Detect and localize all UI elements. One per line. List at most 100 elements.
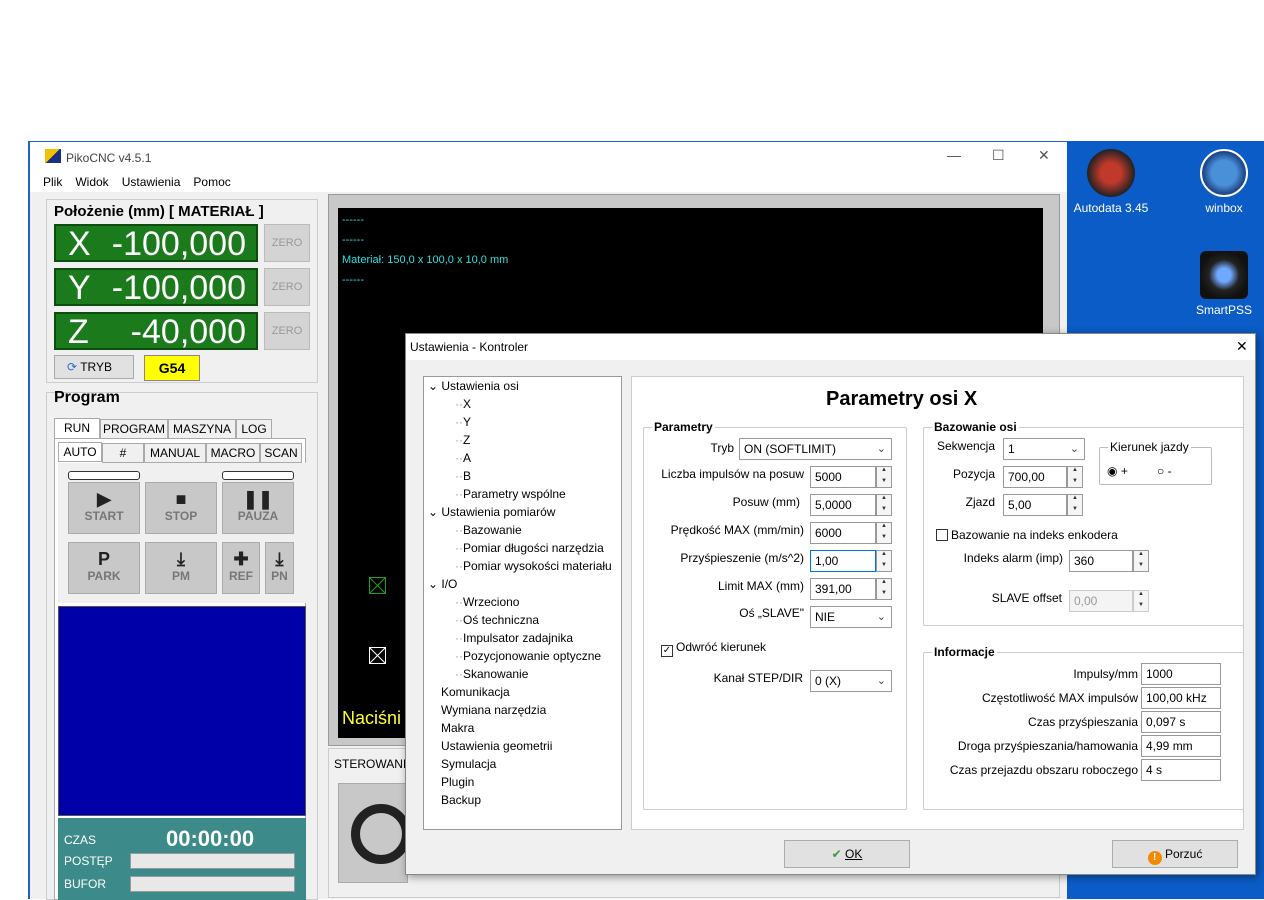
subtab-hash[interactable]: # (102, 443, 144, 463)
desktop-icon-smartpss[interactable]: SmartPSS (1184, 251, 1264, 317)
tree-node[interactable]: ··Y (455, 415, 471, 429)
tree-node[interactable]: ··Bazowanie (455, 523, 522, 537)
subtab-auto[interactable]: AUTO (58, 442, 102, 462)
pause-button[interactable]: ❚❚ PAUZA (222, 482, 294, 534)
minimize-button[interactable]: — (947, 147, 961, 163)
menu-pomoc[interactable]: Pomoc (186, 172, 236, 189)
limit-input[interactable]: 391,00 (810, 578, 876, 600)
park-button[interactable]: P PARK (68, 542, 140, 594)
start-button[interactable]: ▶ START (68, 482, 140, 534)
tree-node[interactable]: ··Oś techniczna (455, 613, 539, 627)
tree-node[interactable]: ··A (455, 451, 471, 465)
tree-line: ·· (455, 541, 463, 555)
coord-system-badge[interactable]: G54 (144, 355, 200, 381)
desktop-icon-autodata[interactable]: Autodata 3.45 (1071, 149, 1151, 215)
invert-checkbox[interactable]: ✓ Odwróć kierunek (661, 640, 766, 657)
index-alarm-spinner[interactable] (1133, 550, 1149, 572)
cancel-button[interactable]: ! Porzuć (1112, 840, 1238, 868)
tree-node[interactable]: ··Skanowanie (455, 667, 528, 681)
ok-button[interactable]: ✔ OK (784, 840, 910, 868)
tryb-label: Tryb (710, 441, 734, 455)
tree-node[interactable]: ··B (455, 469, 471, 483)
impulses-spinner[interactable] (876, 466, 892, 488)
feed-spinner[interactable] (876, 494, 892, 516)
program-title: Program (54, 389, 120, 406)
close-button[interactable]: ✕ (1038, 147, 1050, 164)
index-alarm-input[interactable]: 360 (1069, 550, 1133, 572)
feed-input[interactable]: 5,0000 (810, 494, 876, 516)
tree-node[interactable]: ··Wrzeciono (455, 595, 519, 609)
pm-button[interactable]: ⤓ PM (145, 542, 217, 594)
zero-z-button[interactable]: ZERO (264, 312, 310, 350)
subtab-scan[interactable]: SCAN (260, 443, 302, 463)
chevron-down-icon: ⌄ (876, 675, 886, 687)
channel-select[interactable]: 0 (X) ⌄ (810, 670, 892, 692)
tree-node[interactable]: Plugin (441, 775, 474, 789)
zero-y-button[interactable]: ZERO (264, 268, 310, 306)
impulses-input[interactable]: 5000 (810, 466, 876, 488)
tree-node[interactable]: ··Z (455, 433, 470, 447)
stop-button[interactable]: ■ STOP (145, 482, 217, 534)
stop-icon: ■ (175, 489, 187, 509)
tab-log[interactable]: LOG (236, 419, 272, 439)
tree-node[interactable]: ⌄ I/O (428, 577, 457, 591)
tree-node[interactable]: ··X (455, 397, 471, 411)
menu-plik[interactable]: Plik (30, 172, 68, 189)
tab-program[interactable]: PROGRAM (100, 419, 168, 439)
vmax-spinner[interactable] (876, 522, 892, 544)
settings-tree: ⌄ Ustawienia osi ··X ··Y ··Z ··A ··B ··Paramet… (423, 376, 622, 830)
tree-node[interactable]: Symulacja (441, 757, 496, 771)
zero-x-button[interactable]: ZERO (264, 224, 310, 262)
tryb-select[interactable]: ON (SOFTLIMIT) ⌄ (739, 438, 892, 460)
ref-button[interactable]: ✚ REF (222, 542, 260, 594)
maximize-button[interactable]: ☐ (992, 147, 1005, 164)
tree-node[interactable]: ··Pozycjonowanie optyczne (455, 649, 601, 663)
pos-spinner[interactable] (1067, 466, 1083, 488)
limit-spinner[interactable] (876, 578, 892, 600)
dialog-close-button[interactable]: ✕ (1236, 338, 1248, 355)
slave-select[interactable]: NIE ⌄ (810, 606, 892, 628)
expand-chevron-icon[interactable]: ⌄ (428, 379, 441, 393)
time-label: CZAS (64, 833, 97, 847)
mode-button[interactable]: ⟳ TRYB (54, 355, 134, 379)
direction-plus-radio[interactable]: ◉ + (1107, 464, 1128, 478)
subtab-macro[interactable]: MACRO (206, 443, 260, 463)
exit-input[interactable]: 5,00 (1003, 494, 1067, 516)
tree-node[interactable]: ··Parametry wspólne (455, 487, 566, 501)
tree-node[interactable]: ··Impulsator zadajnika (455, 631, 573, 645)
menu-ustawienia[interactable]: Ustawienia (115, 172, 187, 189)
tab-maszyna[interactable]: MASZYNA (168, 419, 236, 439)
index-alarm-label: Indeks alarm (imp) (963, 551, 1063, 565)
tree-node[interactable]: Wymiana narzędzia (441, 703, 546, 717)
slave-offset-input[interactable]: 0,00 (1069, 590, 1133, 612)
tree-node[interactable]: Komunikacja (441, 685, 510, 699)
accel-input[interactable]: 1,00 (810, 550, 876, 572)
tree-node[interactable]: Backup (441, 793, 481, 807)
tree-line: ·· (455, 523, 463, 537)
chevron-down-icon: ⌄ (1069, 443, 1079, 455)
pn-button[interactable]: ⤓ PN (265, 542, 294, 594)
pos-input[interactable]: 700,00 (1003, 466, 1067, 488)
tree-node[interactable]: Ustawienia geometrii (441, 739, 552, 753)
expand-chevron-icon[interactable]: ⌄ (428, 577, 441, 591)
tree-node[interactable]: ⌄ Ustawienia pomiarów (428, 505, 555, 519)
tree-node[interactable]: ⌄ Ustawienia osi (428, 379, 519, 393)
expand-chevron-icon[interactable]: ⌄ (428, 505, 441, 519)
tree-node[interactable]: Makra (441, 721, 474, 735)
tab-run[interactable]: RUN (54, 418, 100, 438)
vmax-input[interactable]: 6000 (810, 522, 876, 544)
seq-select[interactable]: 1 ⌄ (1003, 438, 1085, 460)
encoder-checkbox[interactable]: Bazowanie na indeks enkodera (936, 528, 1118, 542)
tree-node[interactable]: ··Pomiar długości narzędzia (455, 541, 604, 555)
slave-offset-spinner[interactable] (1133, 590, 1149, 612)
exit-spinner[interactable] (1067, 494, 1083, 516)
desktop-icon-winbox[interactable]: winbox (1184, 149, 1264, 215)
power-button[interactable] (338, 783, 411, 883)
tree-node[interactable]: ··Pomiar wysokości materiału (455, 559, 612, 573)
info-value: 0,097 s (1141, 711, 1221, 733)
menu-widok[interactable]: Widok (68, 172, 114, 189)
program-code-area[interactable] (58, 606, 306, 816)
accel-spinner[interactable] (876, 550, 892, 572)
subtab-manual[interactable]: MANUAL (144, 443, 206, 463)
direction-minus-radio[interactable]: ○ - (1157, 464, 1172, 478)
